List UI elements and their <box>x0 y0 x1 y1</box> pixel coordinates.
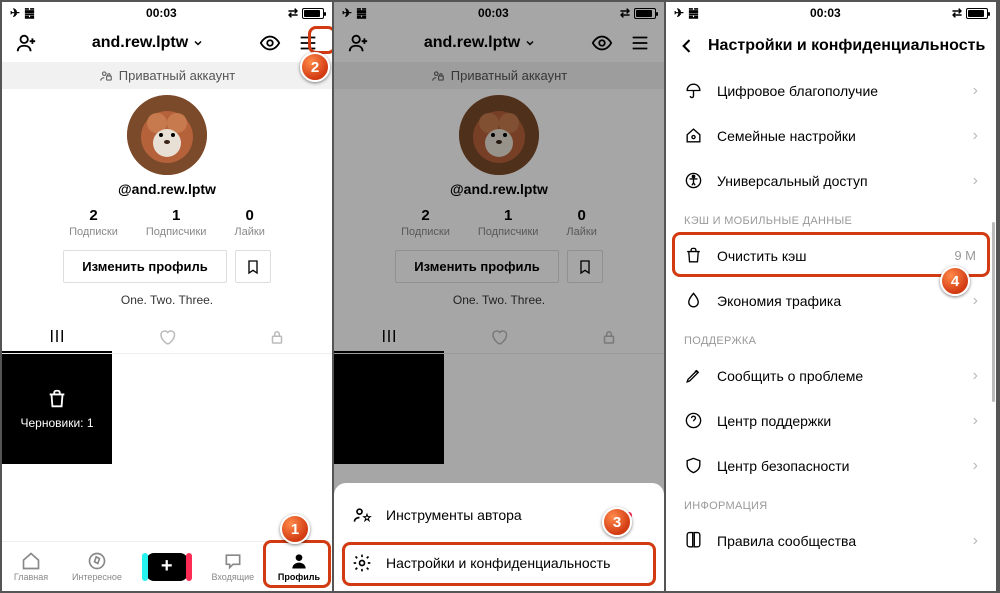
airplane-icon: ✈︎ <box>10 6 20 20</box>
bookmark-button[interactable] <box>235 250 271 283</box>
shield-icon <box>684 456 703 475</box>
tab-liked[interactable] <box>112 321 222 353</box>
section-support: ПОДДЕРЖКА <box>666 323 996 353</box>
cache-size: 9 M <box>954 248 978 263</box>
status-time: 00:03 <box>146 6 177 20</box>
accessibility-icon <box>684 171 703 190</box>
stat-followers[interactable]: 1Подписчики <box>146 207 207 238</box>
username-dropdown[interactable]: and.rew.lptw <box>92 34 204 52</box>
row-accessibility[interactable]: Универсальный доступ› <box>666 158 996 203</box>
nav-profile[interactable]: Профиль <box>278 551 320 582</box>
tab-private[interactable] <box>222 321 332 353</box>
drafts-tile[interactable]: Черновики: 1 <box>2 354 112 464</box>
profile-topbar: and.rew.lptw <box>2 24 332 62</box>
menu-sheet: Инструменты автора Настройки и конфиденц… <box>334 483 664 591</box>
private-account-banner[interactable]: Приватный аккаунт <box>2 62 332 89</box>
drop-icon <box>684 291 703 310</box>
callout-marker-2: 2 <box>300 52 330 82</box>
sheet-settings[interactable]: Настройки и конфиденциальность <box>334 539 664 587</box>
row-guidelines[interactable]: Правила сообщества› <box>666 518 996 563</box>
row-help[interactable]: Центр поддержки› <box>666 398 996 443</box>
stat-following[interactable]: 2Подписки <box>69 207 118 238</box>
row-digital-wellbeing[interactable]: Цифровое благополучие› <box>666 68 996 113</box>
content-tabs <box>2 321 332 354</box>
pencil-icon <box>684 366 703 385</box>
eye-icon[interactable] <box>256 29 284 57</box>
profile-handle: @and.rew.lptw <box>118 181 216 197</box>
nav-inbox[interactable]: Входящие <box>211 551 254 582</box>
profile-bio: One. Two. Three. <box>121 293 213 307</box>
row-report[interactable]: Сообщить о проблеме› <box>666 353 996 398</box>
question-icon <box>684 411 703 430</box>
add-person-icon[interactable] <box>12 29 40 57</box>
tab-grid[interactable] <box>2 321 112 353</box>
row-family[interactable]: Семейные настройки› <box>666 113 996 158</box>
trash-icon <box>684 246 703 265</box>
section-info: ИНФОРМАЦИЯ <box>666 488 996 518</box>
nav-create-button[interactable]: + <box>146 553 188 581</box>
house-icon <box>684 126 703 145</box>
book-icon <box>684 531 703 550</box>
nav-discover[interactable]: Интересное <box>72 551 122 582</box>
chevron-down-icon <box>192 37 204 49</box>
scrollbar[interactable] <box>991 182 995 462</box>
umbrella-icon <box>684 81 703 100</box>
nav-home[interactable]: Главная <box>14 551 48 582</box>
edit-profile-button[interactable]: Изменить профиль <box>63 250 227 283</box>
callout-marker-4: 4 <box>940 266 970 296</box>
section-cache: КЭШ И МОБИЛЬНЫЕ ДАННЫЕ <box>666 203 996 233</box>
status-bar: ✈︎䷰ 00:03 ⇄ <box>2 2 332 24</box>
avatar[interactable] <box>127 95 207 175</box>
settings-header: Настройки и конфиденциальность <box>666 24 996 68</box>
row-safety[interactable]: Центр безопасности› <box>666 443 996 488</box>
phone-sheet: ✈︎䷰00:03⇄ and.rew.lptw Приватный аккаунт… <box>334 2 666 591</box>
phone-settings: ✈︎䷰00:03⇄ Настройки и конфиденциальность… <box>666 2 998 591</box>
phone-profile: ✈︎䷰ 00:03 ⇄ and.rew.lptw Приватный аккау… <box>2 2 334 591</box>
back-button[interactable] <box>676 32 698 60</box>
person-star-icon <box>352 505 372 525</box>
trash-icon <box>46 388 68 410</box>
callout-marker-3: 3 <box>602 507 632 537</box>
profile-stats: 2Подписки 1Подписчики 0Лайки <box>69 207 265 238</box>
bottom-nav: Главная Интересное + Входящие Профиль <box>2 541 332 591</box>
lock-person-icon <box>99 69 113 83</box>
gear-icon <box>352 553 372 573</box>
stat-likes[interactable]: 0Лайки <box>234 207 264 238</box>
callout-marker-1: 1 <box>280 514 310 544</box>
